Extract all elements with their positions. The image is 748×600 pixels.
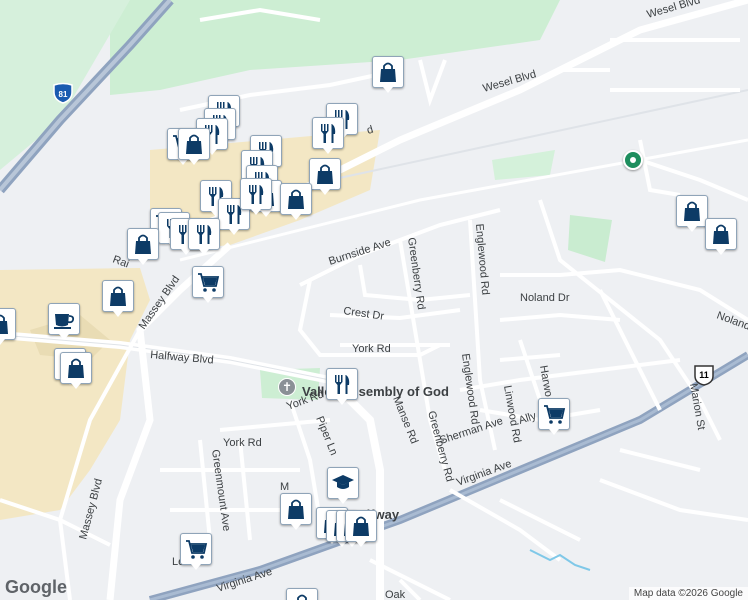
street-label: Englewood Rd bbox=[473, 223, 491, 295]
place-marker[interactable] bbox=[178, 128, 210, 165]
coffee-icon bbox=[53, 313, 75, 330]
location-marker-icon[interactable] bbox=[623, 150, 643, 170]
street-label: Harwo bbox=[537, 364, 554, 397]
street-label: Noland Dr bbox=[520, 292, 570, 304]
restaurant-icon bbox=[249, 185, 264, 204]
street-label: Englewood Rd bbox=[459, 353, 481, 426]
place-marker[interactable] bbox=[538, 398, 570, 435]
us-route-number: 11 bbox=[699, 370, 709, 380]
place-marker[interactable] bbox=[127, 228, 159, 265]
google-logo: Google bbox=[5, 577, 67, 597]
school-icon bbox=[332, 475, 354, 489]
shopping-bag-icon bbox=[134, 234, 152, 255]
street-label: Virginia Ave bbox=[455, 458, 513, 489]
street-label: Massey Blvd bbox=[77, 477, 105, 540]
shopping-bag-icon bbox=[0, 314, 9, 335]
place-marker[interactable] bbox=[327, 467, 359, 504]
shopping-bag-icon bbox=[712, 224, 730, 245]
place-marker[interactable] bbox=[676, 195, 708, 232]
street-label: Halfway Blvd bbox=[150, 349, 214, 366]
place-marker[interactable] bbox=[0, 308, 16, 345]
shopping-bag-icon bbox=[287, 189, 305, 210]
church-icon[interactable]: ✝ bbox=[278, 378, 296, 396]
street-label: Greenberry Rd bbox=[405, 237, 427, 311]
shopping-bag-icon bbox=[316, 164, 334, 185]
shopping-bag-icon bbox=[287, 499, 305, 520]
street-label: York Rd bbox=[223, 437, 262, 449]
place-marker[interactable] bbox=[192, 266, 224, 303]
map-canvas[interactable]: Wesel Blvd Wesel Blvd Halfway Blvd Masse… bbox=[0, 0, 748, 600]
street-label: Manse Rd bbox=[390, 395, 420, 446]
restaurant-icon bbox=[335, 375, 350, 394]
place-marker[interactable] bbox=[309, 158, 341, 195]
place-marker[interactable] bbox=[705, 218, 737, 255]
street-label: Burnside Ave bbox=[327, 236, 392, 267]
place-marker[interactable] bbox=[240, 178, 272, 215]
place-marker[interactable] bbox=[345, 510, 377, 547]
place-marker[interactable] bbox=[280, 493, 312, 530]
street-label: Wesel Blvd bbox=[482, 68, 538, 95]
interstate-shield-icon: 81 bbox=[53, 82, 73, 104]
shopping-bag-icon bbox=[109, 286, 127, 307]
restaurant-icon bbox=[197, 225, 212, 244]
place-marker[interactable] bbox=[102, 280, 134, 317]
place-marker[interactable] bbox=[48, 303, 80, 340]
street-label: York Rd bbox=[352, 343, 391, 355]
place-marker[interactable] bbox=[286, 588, 318, 600]
street-label: M bbox=[280, 481, 289, 493]
map-attribution[interactable]: Map data ©2026 Google bbox=[628, 587, 748, 600]
shopping-bag-icon bbox=[352, 516, 370, 537]
street-label: Greenmount Ave bbox=[209, 449, 232, 532]
shopping-cart-icon bbox=[185, 540, 207, 560]
shopping-cart-icon bbox=[197, 273, 219, 293]
shopping-bag-icon bbox=[683, 201, 701, 222]
street-label: Ally bbox=[517, 410, 538, 427]
street-label: Oak bbox=[385, 589, 406, 600]
street-label: Marion St bbox=[687, 382, 707, 430]
street-label: d bbox=[366, 124, 375, 137]
shopping-bag-icon bbox=[67, 358, 85, 379]
restaurant-icon bbox=[321, 124, 336, 143]
shopping-bag-icon bbox=[185, 134, 203, 155]
street-label: Greenberry Rd bbox=[425, 410, 455, 483]
place-marker[interactable] bbox=[180, 533, 212, 570]
shopping-cart-icon bbox=[543, 405, 565, 425]
place-marker[interactable] bbox=[312, 117, 344, 154]
us-route-shield-icon: 11 bbox=[694, 365, 714, 386]
street-label: Piper Ln bbox=[313, 415, 339, 457]
shopping-bag-icon bbox=[293, 594, 311, 600]
street-label: Crest Dr bbox=[343, 305, 386, 323]
street-label: Wesel Blvd bbox=[646, 0, 702, 21]
place-marker[interactable] bbox=[60, 352, 92, 389]
interstate-number: 81 bbox=[59, 90, 68, 99]
place-marker[interactable] bbox=[280, 183, 312, 220]
place-marker[interactable] bbox=[326, 368, 358, 405]
place-marker[interactable] bbox=[372, 56, 404, 93]
shopping-bag-icon bbox=[379, 62, 397, 83]
street-label: Virginia Ave bbox=[215, 566, 274, 595]
place-marker[interactable] bbox=[188, 218, 220, 255]
church-label: Valley Assembly of God bbox=[302, 384, 449, 399]
street-label: Noland bbox=[715, 310, 748, 333]
street-label: Massey Blvd bbox=[137, 274, 183, 332]
